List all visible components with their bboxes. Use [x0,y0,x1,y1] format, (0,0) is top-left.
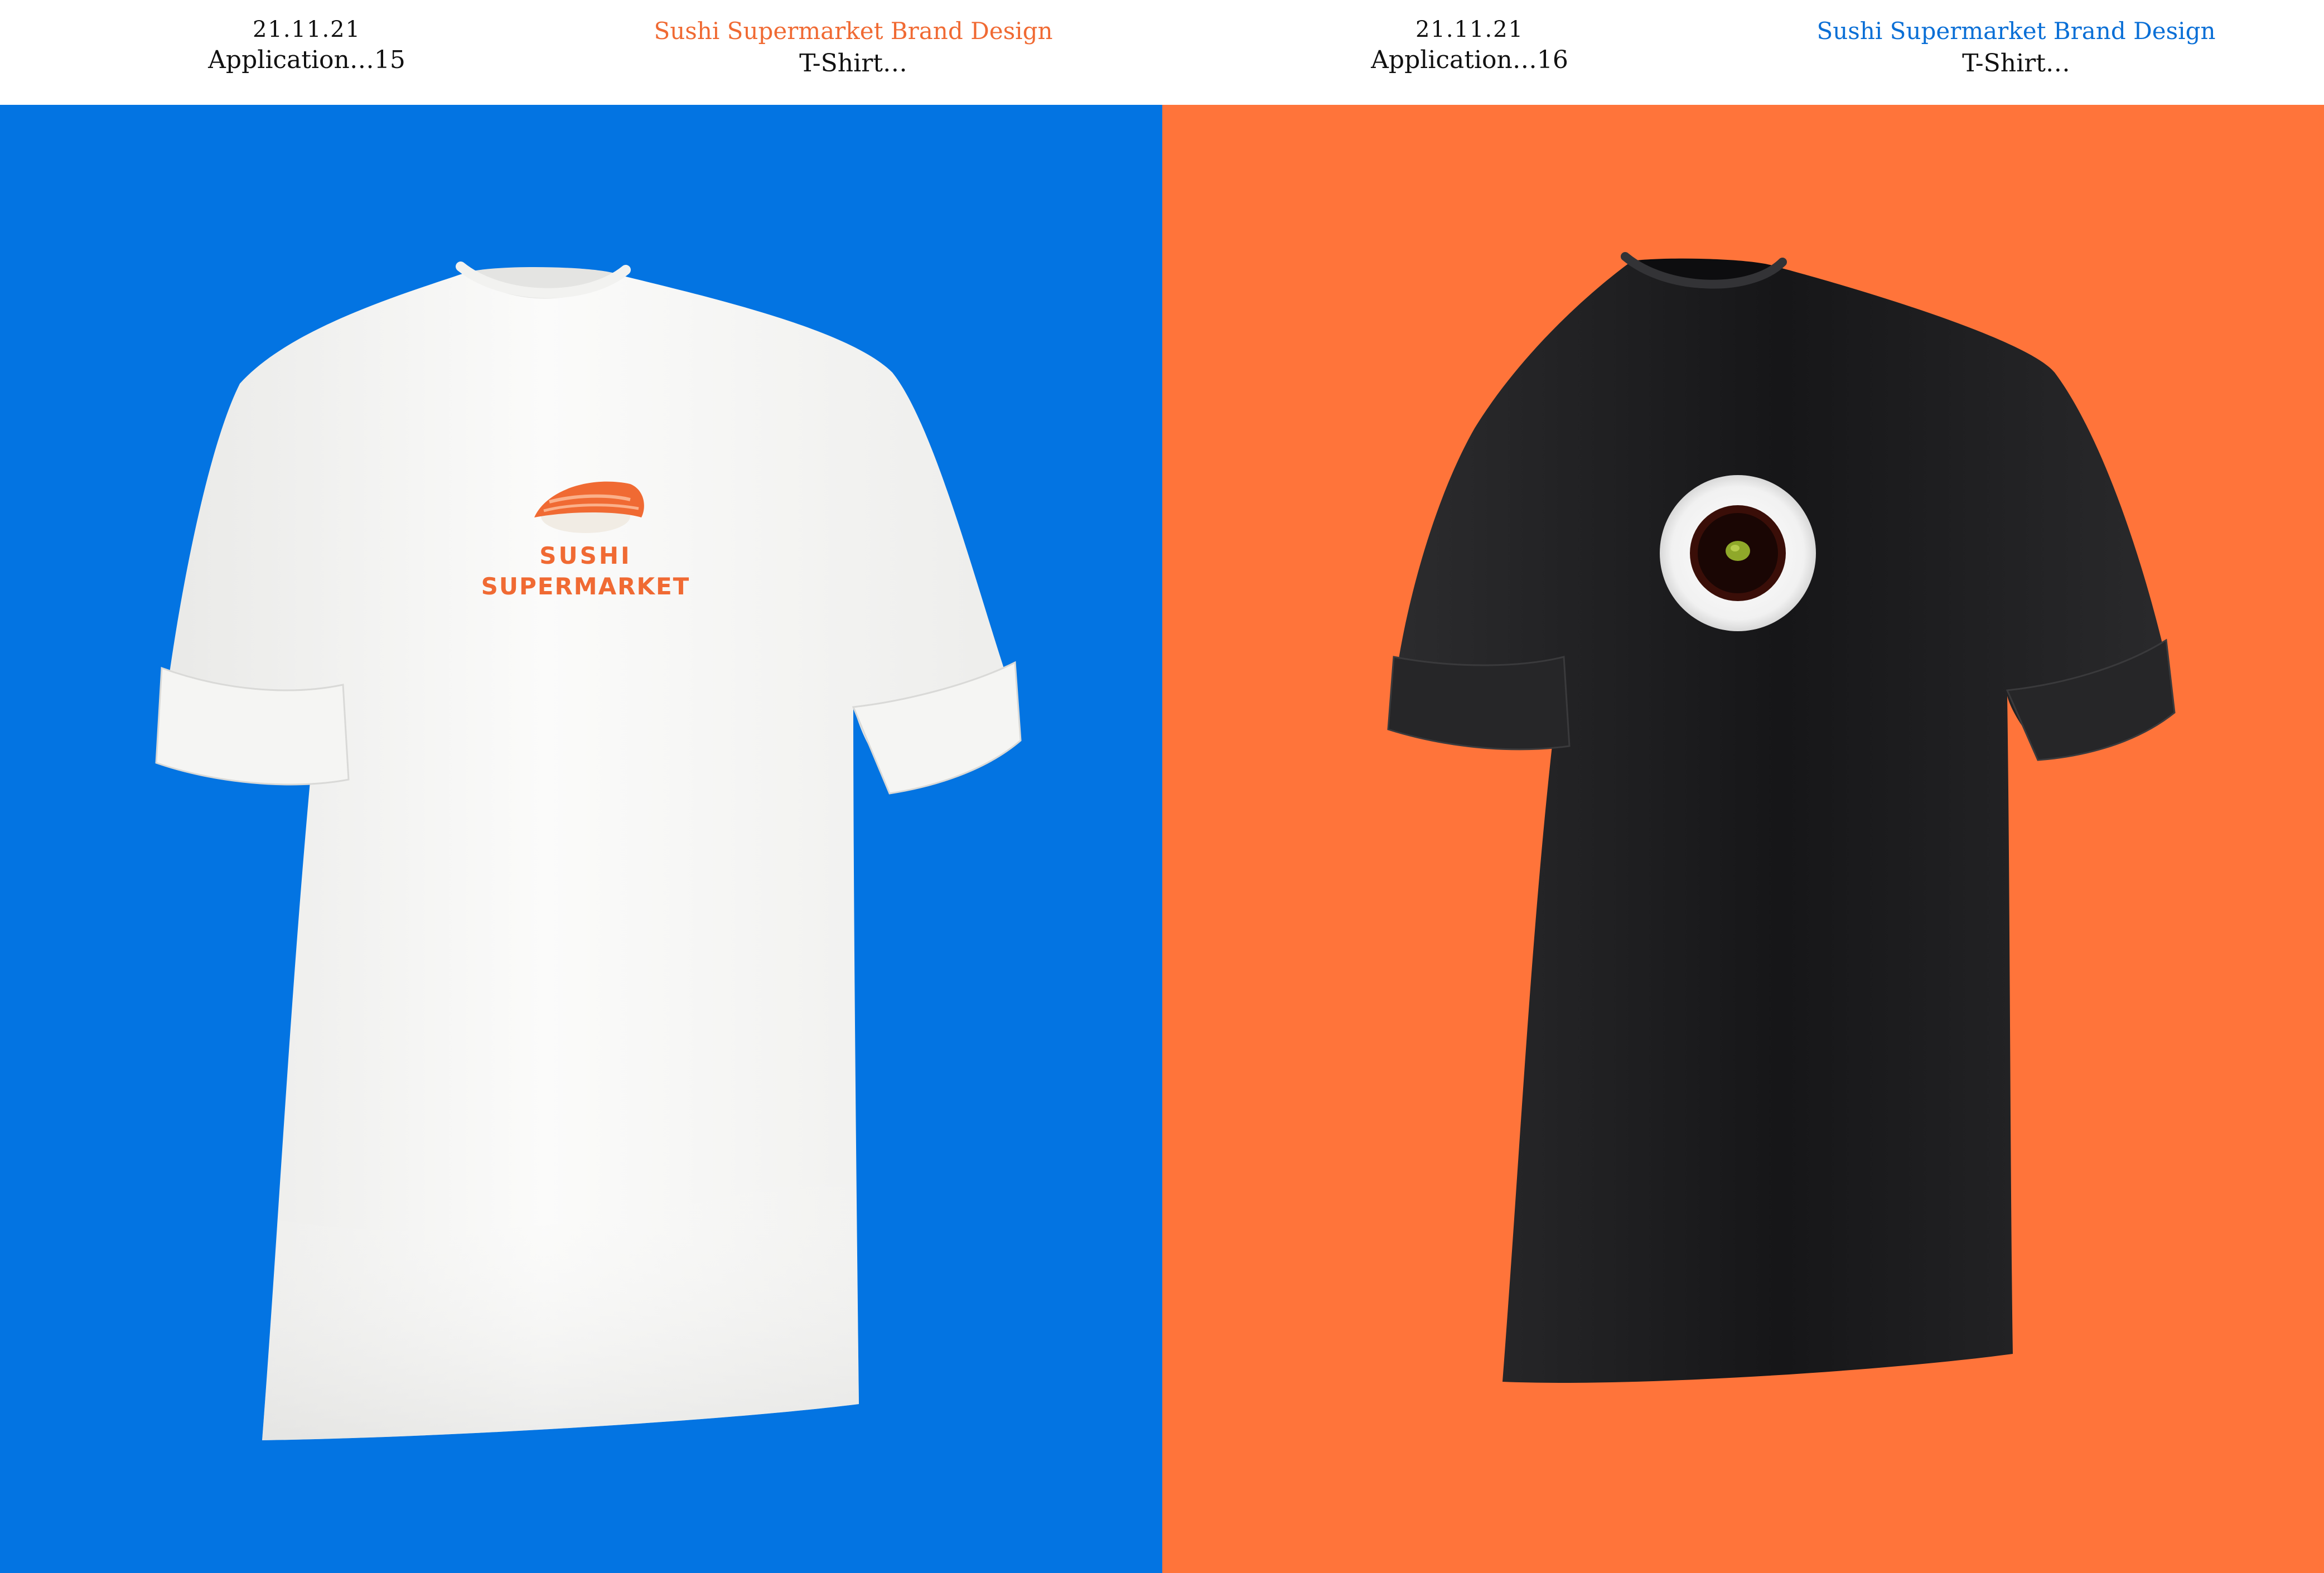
left-brand-title: Sushi Supermarket Brand Design [654,17,1053,45]
right-orange-panel [1162,105,2324,1573]
left-application-label: Application…15 [208,46,405,74]
right-meta: 21.11.21 Application…16 [1330,16,1609,77]
black-shirt-body [1391,261,2172,1383]
header-bar: 21.11.21 Application…15 Sushi Supermarke… [0,0,2324,105]
right-project: Sushi Supermarket Brand Design T-Shirt… [1793,16,2239,80]
left-item-label: T-Shirt… [799,49,907,78]
presentation-page: 21.11.21 Application…15 Sushi Supermarke… [0,0,2324,1573]
left-date: 21.11.21 [252,17,361,42]
left-blue-panel: SUSHI SUPERMARKET [0,105,1162,1573]
left-project: Sushi Supermarket Brand Design T-Shirt… [630,16,1076,80]
black-tshirt-mockup [1387,252,2176,1383]
print-line-supermarket: SUPERMARKET [481,573,690,600]
right-application-label: Application…16 [1371,46,1568,74]
right-date: 21.11.21 [1415,17,1524,42]
soy-sauce-dish-icon [1660,475,1816,631]
right-brand-title: Sushi Supermarket Brand Design [1816,17,2216,45]
right-item-label: T-Shirt… [1962,49,2070,78]
black-shirt-left-cuff [1387,656,1571,751]
print-line-sushi: SUSHI [539,542,631,569]
white-tshirt-mockup: SUSHI SUPERMARKET [155,262,1022,1440]
left-meta: 21.11.21 Application…15 [167,16,446,77]
